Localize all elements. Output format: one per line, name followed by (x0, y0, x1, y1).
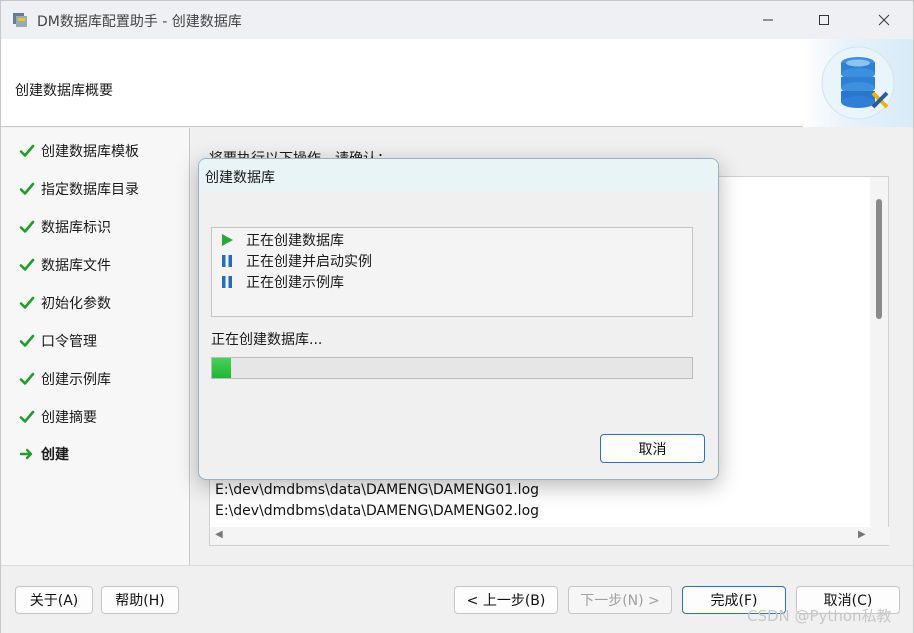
nav-item-directory: 指定数据库目录 (19, 178, 139, 200)
task-label: 正在创建示例库 (246, 275, 344, 291)
nav-item-label: 口令管理 (41, 334, 97, 350)
nav-item-identifier: 数据库标识 (19, 216, 111, 238)
nav-item-label: 数据库标识 (41, 220, 111, 236)
summary-line: E:\dev\dmdbms\data\DAMENG\DAMENG02.log (215, 503, 540, 519)
nav-item-summary: 创建摘要 (19, 406, 97, 428)
about-button[interactable]: 关于(A) (15, 586, 93, 614)
nav-item-label: 创建摘要 (41, 410, 97, 426)
task-list: 正在创建数据库 正在创建并启动实例 正在创建示例库 (211, 227, 693, 317)
task-item-create-db: 正在创建数据库 (220, 230, 344, 250)
nav-item-label: 初始化参数 (41, 296, 111, 312)
progress-fill (212, 358, 232, 378)
minimize-button[interactable] (745, 1, 791, 39)
task-item-start-instance: 正在创建并启动实例 (220, 251, 372, 271)
prev-button[interactable]: < 上一步(B) (454, 586, 558, 614)
dialog-title: 创建数据库 (205, 170, 275, 186)
header-logo (803, 39, 913, 127)
checkmark-icon (19, 182, 35, 195)
create-database-dialog: 创建数据库 正在创建数据库 正在创建并启动实例 正在创建示例库 正在创建数据库.… (198, 158, 719, 480)
task-item-sample-db: 正在创建示例库 (220, 272, 344, 292)
nav-item-label: 创建示例库 (41, 372, 111, 388)
checkmark-icon (19, 296, 35, 309)
nav-item-label: 创建 (41, 447, 69, 463)
app-window: DM数据库配置助手 - 创建数据库 创建数据库概要 创建数据库模板 指定数据库目… (0, 0, 914, 633)
help-button[interactable]: 帮助(H) (101, 586, 179, 614)
nav-item-create: 创建 (19, 443, 69, 465)
title-bar: DM数据库配置助手 - 创建数据库 (1, 1, 913, 39)
progress-label: 正在创建数据库... (211, 332, 323, 348)
watermark: CSDN @Python私教 (747, 607, 892, 625)
nav-item-label: 指定数据库目录 (41, 182, 139, 198)
checkmark-icon (19, 258, 35, 271)
close-icon (878, 14, 890, 26)
horizontal-scrollbar[interactable]: ◀ ▶ (210, 527, 890, 545)
dialog-cancel-button[interactable]: 取消 (600, 434, 705, 463)
checkmark-icon (19, 334, 35, 347)
arrow-right-icon (19, 448, 33, 460)
task-label: 正在创建数据库 (246, 233, 344, 249)
scroll-left-icon[interactable]: ◀ (215, 529, 223, 540)
task-label: 正在创建并启动实例 (246, 254, 372, 270)
close-button[interactable] (861, 1, 907, 39)
checkmark-icon (19, 410, 35, 423)
next-button[interactable]: 下一步(N) > (568, 586, 672, 614)
nav-item-password: 口令管理 (19, 330, 97, 352)
scroll-right-icon[interactable]: ▶ (858, 529, 866, 540)
nav-item-sample-db: 创建示例库 (19, 368, 111, 390)
nav-item-label: 创建数据库模板 (41, 144, 139, 160)
app-icon (13, 13, 27, 27)
nav-item-label: 数据库文件 (41, 258, 111, 274)
checkmark-icon (19, 220, 35, 233)
nav-item-template: 创建数据库模板 (19, 140, 139, 162)
step-navigation: 创建数据库模板 指定数据库目录 数据库标识 数据库文件 初始化参数 口令管理 创… (1, 128, 190, 565)
maximize-icon (819, 15, 829, 25)
nav-item-init-params: 初始化参数 (19, 292, 111, 314)
maximize-button[interactable] (801, 1, 847, 39)
checkmark-icon (19, 144, 35, 157)
database-tools-icon (821, 46, 895, 120)
page-title: 创建数据库概要 (15, 83, 113, 99)
window-title: DM数据库配置助手 - 创建数据库 (37, 14, 242, 30)
minimize-icon (763, 19, 773, 21)
page-header: 创建数据库概要 (1, 39, 913, 127)
vertical-scroll-thumb[interactable] (876, 199, 882, 319)
pause-icon (222, 255, 232, 267)
vertical-scrollbar[interactable] (870, 177, 888, 529)
progress-bar (211, 357, 693, 379)
dialog-title-bar: 创建数据库 (199, 159, 718, 191)
pause-icon (222, 276, 232, 288)
summary-line: E:\dev\dmdbms\data\DAMENG\DAMENG01.log (215, 482, 540, 498)
checkmark-icon (19, 372, 35, 385)
nav-item-files: 数据库文件 (19, 254, 111, 276)
play-icon (222, 234, 233, 246)
